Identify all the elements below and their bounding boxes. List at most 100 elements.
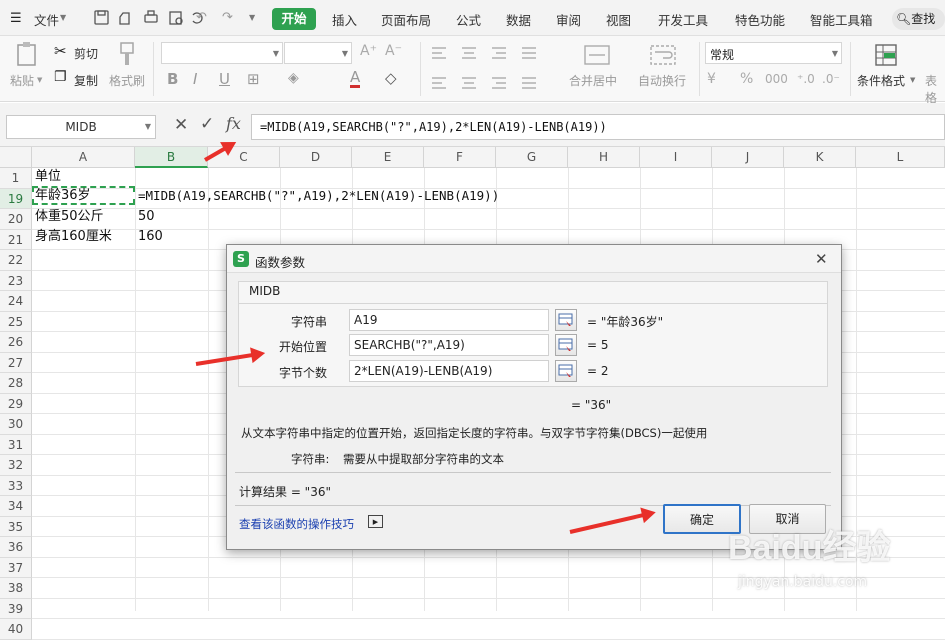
row-header-28[interactable]: 28 — [0, 373, 32, 394]
row-header-40[interactable]: 40 — [0, 619, 32, 640]
conditional-format-icon[interactable] — [874, 43, 898, 67]
help-link[interactable]: 查看该函数的操作技巧 — [239, 516, 354, 532]
percent-icon[interactable]: % — [740, 71, 753, 87]
redo-icon[interactable]: ↷ — [222, 10, 233, 25]
column-header-J[interactable]: J — [712, 147, 784, 168]
cell-B20[interactable]: 50 — [138, 207, 155, 227]
cut-label[interactable]: 剪切 — [74, 45, 98, 62]
column-header-F[interactable]: F — [424, 147, 496, 168]
cell-A21[interactable]: 身高160厘米 — [35, 227, 112, 247]
paste-dropdown-icon[interactable]: ▼ — [37, 76, 42, 84]
dialog-titlebar[interactable]: S 函数参数 ✕ — [227, 245, 841, 273]
row-header-21[interactable]: 21 — [0, 229, 32, 250]
decrease-decimal-icon[interactable]: .0⁻ — [822, 72, 840, 86]
row-header-23[interactable]: 23 — [0, 270, 32, 291]
row-header-39[interactable]: 39 — [0, 598, 32, 619]
cell-A19[interactable]: 年龄36岁 — [35, 186, 91, 206]
table-format-label[interactable]: 表格 — [925, 72, 945, 106]
tab-data[interactable]: 数据 — [506, 10, 531, 29]
row-header-26[interactable]: 26 — [0, 332, 32, 353]
currency-icon[interactable]: ¥ — [707, 71, 716, 87]
row-header-32[interactable]: 32 — [0, 455, 32, 476]
row-header-27[interactable]: 27 — [0, 352, 32, 373]
eraser-icon[interactable]: ◇ — [385, 69, 397, 87]
cell-B21[interactable]: 160 — [138, 227, 163, 247]
font-name-select[interactable]: ▼ — [161, 42, 283, 64]
column-header-H[interactable]: H — [568, 147, 640, 168]
column-header-K[interactable]: K — [784, 147, 856, 168]
row-header-25[interactable]: 25 — [0, 311, 32, 332]
row-header-33[interactable]: 33 — [0, 475, 32, 496]
font-decrease-icon[interactable]: A⁻ — [385, 43, 402, 59]
row-header-30[interactable]: 30 — [0, 414, 32, 435]
tab-special-features[interactable]: 特色功能 — [735, 10, 785, 29]
copy-icon[interactable]: ❐ — [54, 69, 67, 85]
tab-smart-toolbox[interactable]: 智能工具箱 — [810, 10, 873, 29]
column-header-G[interactable]: G — [496, 147, 568, 168]
close-icon[interactable]: ✕ — [815, 250, 828, 268]
paste-label[interactable]: 粘贴 — [10, 72, 34, 89]
row-header-24[interactable]: 24 — [0, 291, 32, 312]
underline-button[interactable]: U — [219, 70, 230, 88]
merge-center-icon[interactable] — [584, 44, 610, 66]
italic-button[interactable]: I — [193, 70, 197, 88]
arg-input-bytes[interactable]: 2*LEN(A19)-LENB(A19) — [349, 360, 549, 382]
cell-A20[interactable]: 体重50公斤 — [35, 207, 104, 227]
cancel-icon[interactable]: ✕ — [174, 115, 188, 135]
font-size-select[interactable]: ▼ — [284, 42, 352, 64]
name-box[interactable]: MIDB ▼ — [6, 115, 156, 139]
insert-function-button[interactable]: fx — [226, 114, 241, 133]
bold-button[interactable]: B — [167, 70, 178, 88]
undo-icon[interactable]: ↶ — [196, 10, 207, 25]
merge-center-label[interactable]: 合并居中 — [569, 72, 617, 89]
row-header-34[interactable]: 34 — [0, 496, 32, 517]
row-header-29[interactable]: 29 — [0, 393, 32, 414]
row-header-35[interactable]: 35 — [0, 516, 32, 537]
row-header-31[interactable]: 31 — [0, 434, 32, 455]
collapse-range-button[interactable] — [555, 334, 577, 356]
increase-decimal-icon[interactable]: ⁺.0 — [797, 72, 815, 86]
hamburger-icon[interactable]: ☰ — [10, 11, 22, 26]
row-header-37[interactable]: 37 — [0, 557, 32, 578]
column-header-E[interactable]: E — [352, 147, 424, 168]
cell-B19[interactable]: =MIDB(A19,SEARCHB("?",A19),2*LEN(A19)-LE… — [138, 186, 499, 206]
formula-input[interactable]: =MIDB(A19,SEARCHB("?",A19),2*LEN(A19)-LE… — [251, 114, 945, 140]
format-painter-label[interactable]: 格式刷 — [109, 72, 145, 89]
tab-insert[interactable]: 插入 — [332, 10, 357, 29]
row-header-1[interactable]: 1 — [0, 168, 32, 189]
arg-input-start[interactable]: SEARCHB("?",A19) — [349, 334, 549, 356]
copy-label[interactable]: 复制 — [74, 72, 98, 89]
menu-file[interactable]: 文件 — [34, 10, 59, 29]
customize-dropdown-icon[interactable]: ▼ — [249, 13, 255, 22]
row-header-38[interactable]: 38 — [0, 578, 32, 599]
row-header-22[interactable]: 22 — [0, 250, 32, 271]
column-header-I[interactable]: I — [640, 147, 712, 168]
wrap-text-label[interactable]: 自动换行 — [638, 72, 686, 89]
scissors-icon[interactable]: ✂ — [54, 42, 67, 60]
search-box[interactable]: 🔍︎查找 — [892, 8, 945, 30]
arg-input-text[interactable]: A19 — [349, 309, 549, 331]
cell-A1[interactable]: 单位 — [35, 167, 61, 187]
row-header-36[interactable]: 36 — [0, 537, 32, 558]
fill-color-icon[interactable]: ◈ — [288, 70, 299, 86]
row-header-19[interactable]: 19 — [0, 188, 32, 209]
tab-view[interactable]: 视图 — [606, 10, 631, 29]
select-all-corner[interactable] — [0, 147, 32, 168]
video-play-icon[interactable]: ▶ — [368, 515, 383, 528]
format-painter-icon[interactable] — [117, 41, 137, 67]
alignment-icons[interactable] — [430, 44, 550, 94]
tab-home[interactable]: 开始 — [272, 8, 316, 30]
thousands-icon[interactable]: 000 — [765, 72, 788, 86]
column-header-A[interactable]: A — [32, 147, 135, 168]
chevron-down-icon[interactable]: ▼ — [60, 13, 66, 22]
collapse-range-button[interactable] — [555, 309, 577, 331]
row-header-20[interactable]: 20 — [0, 209, 32, 230]
wrap-text-icon[interactable] — [650, 44, 676, 66]
number-format-select[interactable]: 常规 ▼ — [705, 42, 842, 64]
column-header-B[interactable]: B — [135, 147, 208, 168]
font-color-icon[interactable]: A — [350, 69, 361, 88]
column-header-D[interactable]: D — [280, 147, 352, 168]
column-header-L[interactable]: L — [856, 147, 945, 168]
chevron-down-icon[interactable]: ▼ — [910, 76, 915, 84]
tab-formulas[interactable]: 公式 — [456, 10, 481, 29]
